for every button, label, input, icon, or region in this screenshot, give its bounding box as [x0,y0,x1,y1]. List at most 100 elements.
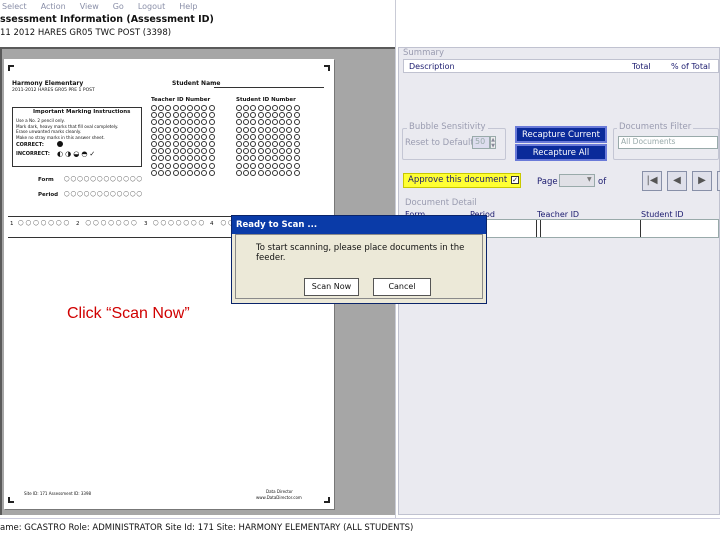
menu-logout[interactable]: Logout [138,0,165,13]
answer-bubble [243,162,250,169]
answer-bubble [293,148,300,155]
bubble-row [151,126,223,134]
dialog-title[interactable]: Ready to Scan ... [232,216,486,234]
answer-bubble [158,148,165,155]
bubble-row [236,119,308,126]
answer-bubble [286,126,293,133]
answer-bubble [286,169,293,176]
summary-title: Summary [403,48,445,58]
answer-bubble [208,155,215,162]
bubble-row [236,169,308,177]
bubble-sensitivity-title: Bubble Sensitivity [407,122,488,132]
answer-bubble [257,119,264,126]
teacher-id-bubble-grid [151,105,223,177]
answer-bubble [286,140,293,147]
dialog-body: To start scanning, please place document… [235,234,483,299]
menu-view[interactable]: View [80,0,99,13]
answer-bubble [179,148,186,155]
menu-help[interactable]: Help [179,0,197,13]
bubble-row [151,133,223,141]
answer-bubble [165,140,172,147]
answer-bubble [250,126,257,133]
answer-bubble [165,105,172,111]
summary-col-percent[interactable]: % of Total [671,62,710,71]
answer-bubble [271,140,278,147]
detail-col-student-id[interactable]: Student ID [641,210,684,219]
bubble-row [236,148,308,155]
answer-bubble [172,133,179,140]
answer-bubble [250,119,257,126]
answer-bubble [236,148,242,155]
incorrect-mark-examples: ◐◑◒◓✓ [57,150,98,158]
answer-bubble [158,140,165,147]
instructions-list: Use a No. 2 pencil only. Mark dark, heav… [16,118,118,140]
bubble-row [151,148,223,155]
answer-bubble [264,112,271,119]
first-page-icon[interactable]: |◀ [642,171,662,191]
correct-label: CORRECT: [16,142,44,148]
menu-go[interactable]: Go [113,0,124,13]
sheet-footer-brand: Data Director [266,489,293,494]
detail-col-teacher-id[interactable]: Teacher ID [537,210,579,219]
answer-bubble [257,105,264,111]
answer-bubble [250,140,257,147]
answer-bubble [250,169,257,176]
answer-bubble [179,169,186,176]
answer-bubble [179,155,186,162]
answer-bubble [179,126,186,133]
answer-bubble [158,105,165,111]
answer-bubble [286,162,293,169]
chevron-down-icon[interactable]: ▼ [587,176,592,183]
bubble-row [151,140,223,148]
sheet-school: Harmony Elementary [12,80,84,87]
answer-bubble [271,169,278,176]
answer-bubble [194,105,201,111]
answer-bubble [165,148,172,155]
ready-to-scan-dialog: Ready to Scan ... To start scanning, ple… [231,215,487,304]
recapture-current-button[interactable]: Recapture Current [515,126,607,143]
sensitivity-value-field[interactable]: 50 [472,136,490,149]
answer-bubble [257,126,264,133]
answer-bubble [194,148,201,155]
documents-filter-title: Documents Filter [617,122,694,132]
bubble-row [151,155,223,162]
answer-bubble [194,155,201,162]
answer-bubble [286,119,293,126]
next-page-icon[interactable]: ▶ [692,171,712,191]
answer-bubble [194,162,201,169]
approve-checkbox[interactable]: ✓ [511,176,519,184]
prev-page-icon[interactable]: ◀ [667,171,687,191]
bubble-row [151,169,223,177]
documents-filter-select[interactable]: All Documents [618,136,718,149]
menu-select[interactable]: Select [2,0,27,13]
answer-bubble [236,169,242,176]
answer-bubble [208,133,215,140]
scan-now-button[interactable]: Scan Now [304,278,359,296]
answer-bubble [286,148,293,155]
answer-bubble [172,126,179,133]
instruction-callout: Click “Scan Now” [67,305,190,322]
menu-action[interactable]: Action [41,0,66,13]
answer-bubble [271,148,278,155]
answer-bubble [165,119,172,126]
answer-bubble [293,126,300,133]
answer-bubble [201,169,208,176]
cancel-button[interactable]: Cancel [373,278,431,296]
answer-bubble [286,155,293,162]
recapture-all-button[interactable]: Recapture All [515,144,607,161]
answer-bubble [179,162,186,169]
answer-bubble [201,112,208,119]
summary-col-total[interactable]: Total [632,62,651,71]
incorrect-label: INCORRECT: [16,151,50,157]
answer-bubble [286,112,293,119]
answer-bubble [151,169,157,176]
answer-bubble [194,112,201,119]
answer-bubble [279,148,286,155]
answer-bubble [151,105,157,111]
sensitivity-spinner[interactable]: ▲ ▼ [490,136,496,149]
summary-col-description[interactable]: Description [409,62,455,71]
answer-bubble [243,119,250,126]
instructions-title: Important Marking Instructions [33,109,131,115]
bubble-row [236,140,308,148]
answer-bubble [151,140,157,147]
